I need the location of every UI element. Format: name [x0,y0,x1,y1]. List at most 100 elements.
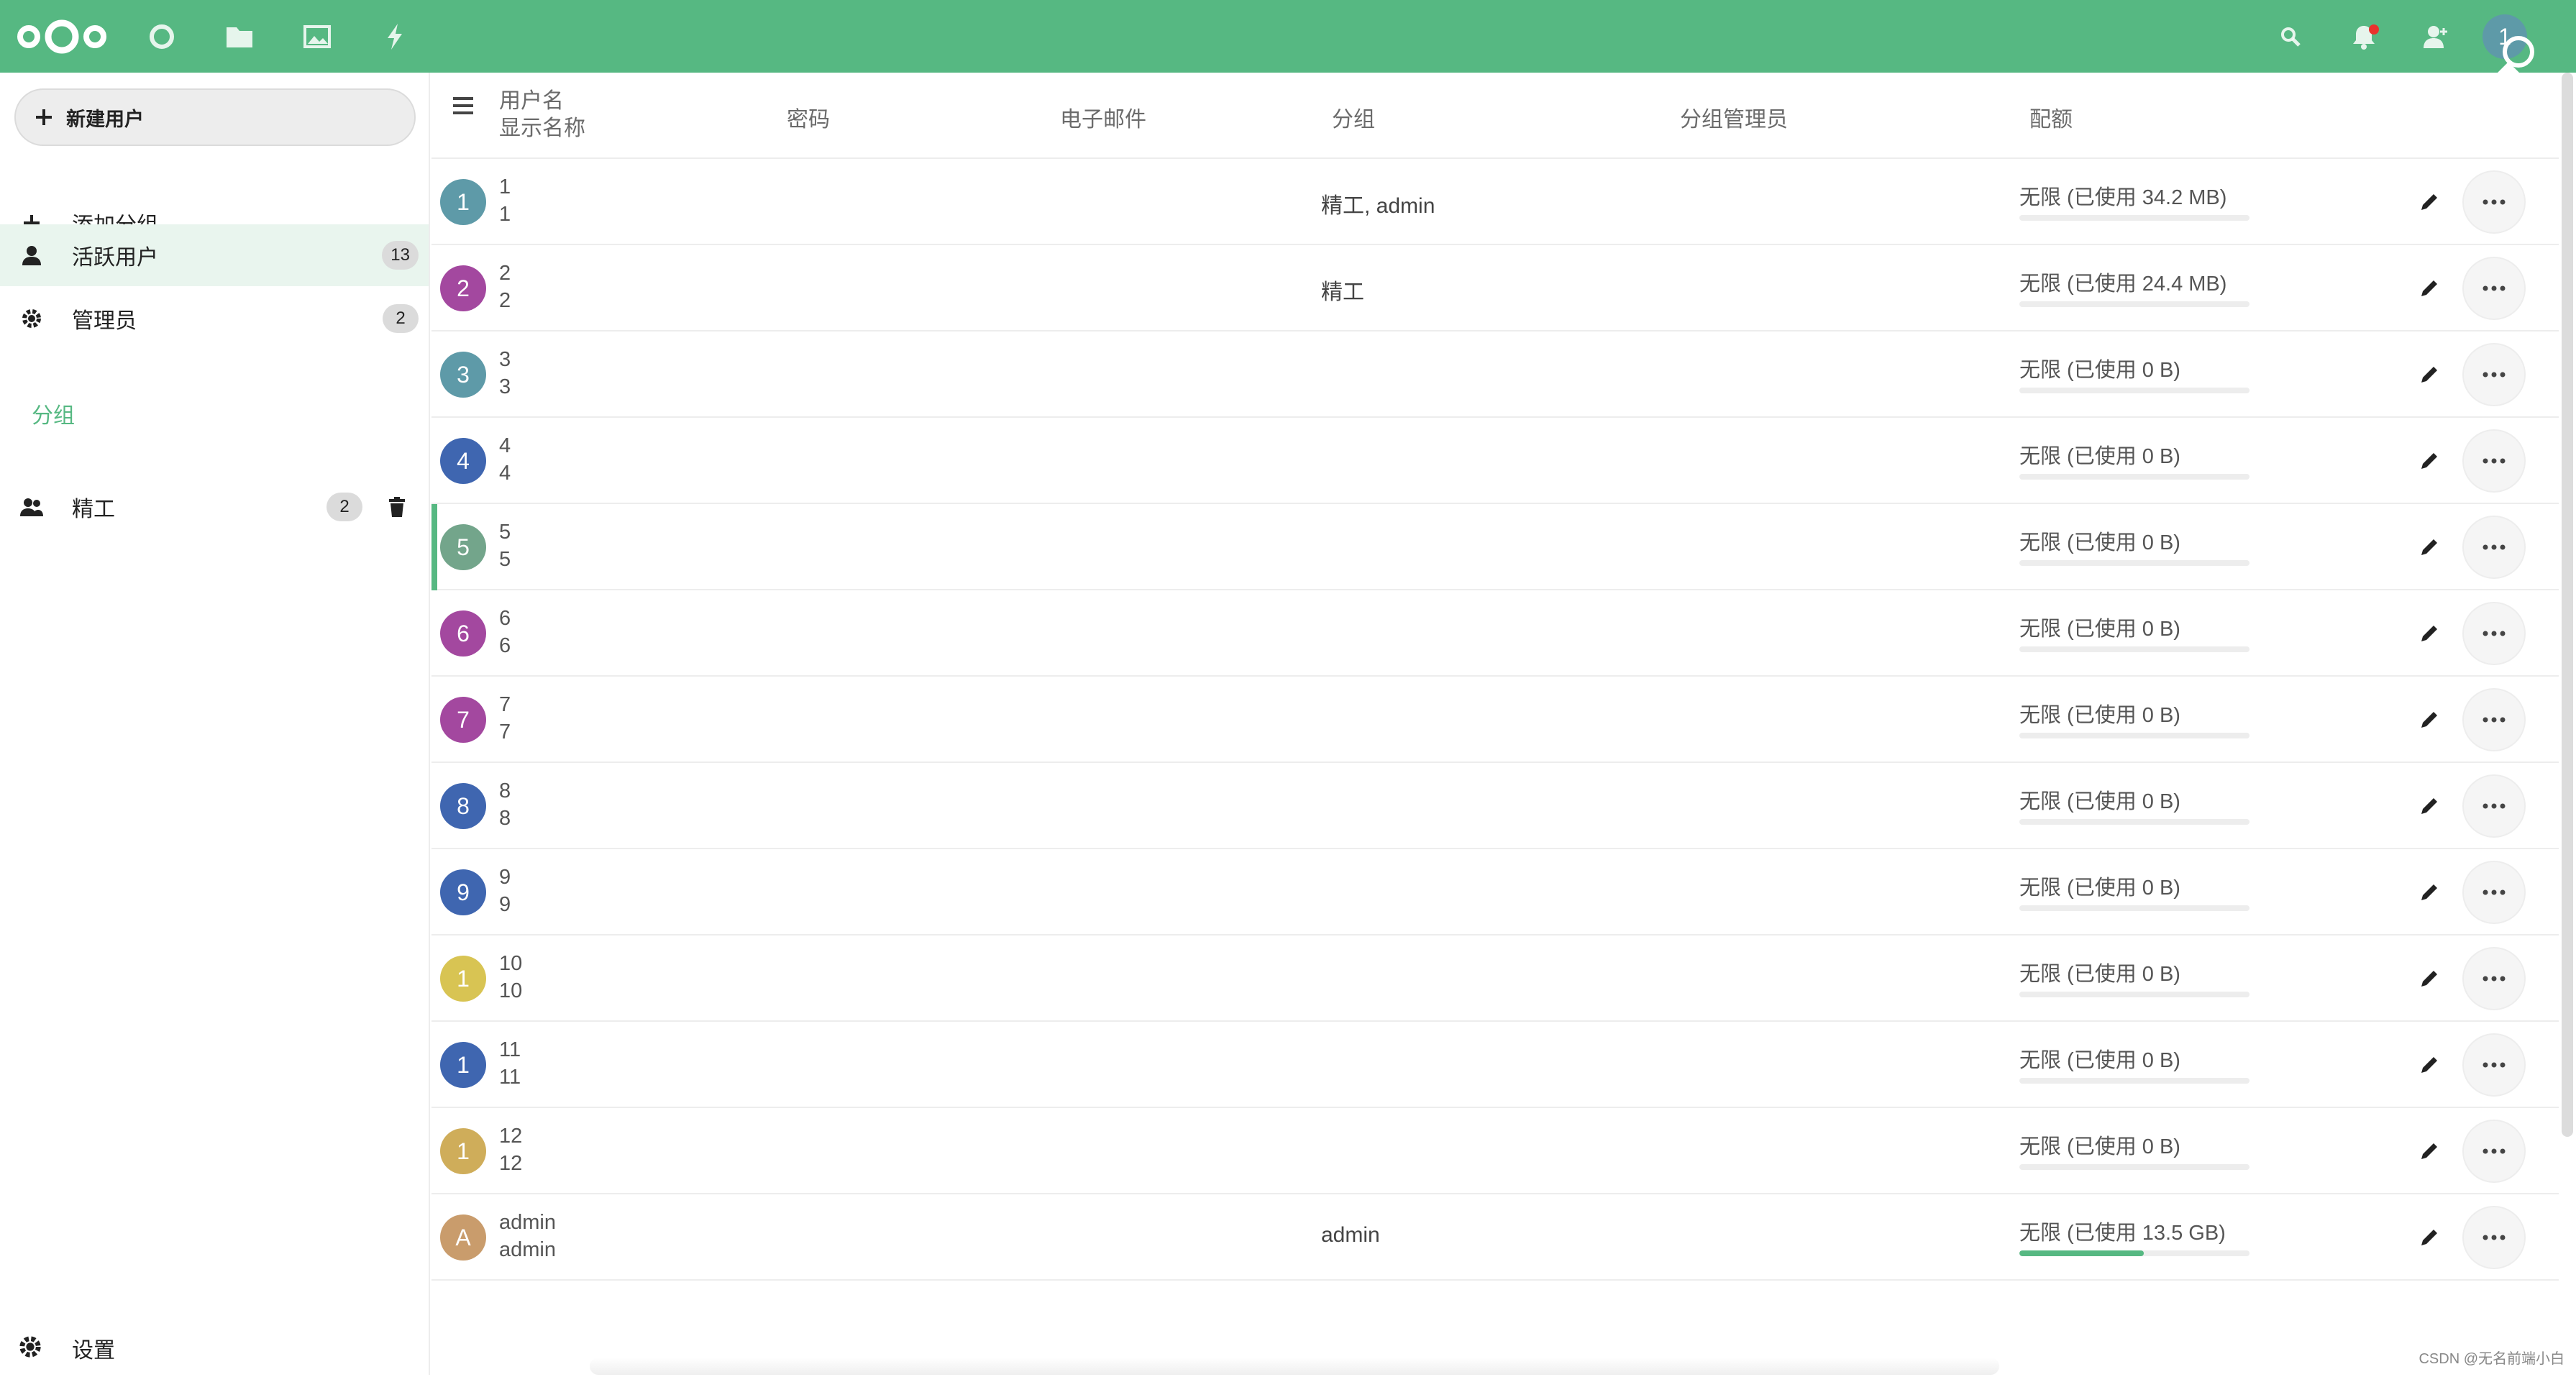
edit-button[interactable] [2416,621,2442,646]
table-row[interactable]: 9 9 9 无限 (已使用 0 B) [431,849,2559,935]
count-badge: 13 [382,241,419,270]
user-name-cell: 2 2 [499,260,511,314]
edit-button[interactable] [2416,793,2442,819]
more-icon [2482,802,2506,810]
col-email: 电子邮件 [1060,101,1146,133]
edit-button[interactable] [2416,189,2442,215]
sidebar-item-active-users[interactable]: 活跃用户 13 [0,224,429,286]
table-row[interactable]: 8 8 8 无限 (已使用 0 B) [431,763,2559,849]
edit-button[interactable] [2416,534,2442,560]
more-actions-button[interactable] [2462,688,2526,751]
avatar: 1 [440,1128,486,1174]
watermark: CSDN @无名前端小白 [2419,1347,2564,1368]
pencil-icon [2419,968,2440,989]
plus-icon [35,108,53,127]
edit-button[interactable] [2416,707,2442,733]
groups-cell: 精工, admin [1321,188,1435,219]
edit-button[interactable] [2416,275,2442,301]
more-actions-button[interactable] [2462,602,2526,665]
more-actions-button[interactable] [2462,516,2526,579]
hamburger-icon[interactable] [450,93,476,119]
table-row[interactable]: 6 6 6 无限 (已使用 0 B) [431,590,2559,677]
table-row[interactable]: 7 7 7 无限 (已使用 0 B) [431,677,2559,763]
more-actions-button[interactable] [2462,774,2526,838]
more-actions-button[interactable] [2462,861,2526,924]
username-header: 用户名 [499,88,585,115]
col-username[interactable]: 用户名 显示名称 [499,88,585,142]
avatar-letter: 5 [457,534,470,561]
edit-button[interactable] [2416,362,2442,388]
activity-icon[interactable] [378,20,411,53]
quota-bar [2019,1164,2250,1170]
nextcloud-logo[interactable] [16,16,108,58]
table-row[interactable]: 1 10 10 无限 (已使用 0 B) [431,935,2559,1022]
contacts-icon[interactable] [2419,20,2452,53]
quota-text: 无限 (已使用 13.5 GB) [2019,1216,2250,1246]
more-actions-button[interactable] [2462,1033,2526,1097]
username: 11 [499,1036,521,1063]
more-actions-button[interactable] [2462,1120,2526,1183]
col-group-admins: 分组管理员 [1680,101,1788,133]
table-row[interactable]: 1 12 12 无限 (已使用 0 B) [431,1108,2559,1194]
quota-cell: 无限 (已使用 0 B) [2019,353,2250,393]
display-name: 5 [499,546,511,573]
more-actions-button[interactable] [2462,1206,2526,1269]
more-actions-button[interactable] [2462,947,2526,1010]
quota-cell: 无限 (已使用 0 B) [2019,784,2250,825]
table-row[interactable]: 1 11 11 无限 (已使用 0 B) [431,1022,2559,1108]
avatar-letter: 6 [457,621,470,647]
more-icon [2482,544,2506,551]
table-row[interactable]: 3 3 3 无限 (已使用 0 B) [431,331,2559,418]
dashboard-icon[interactable] [145,20,178,53]
user-name-cell: 7 7 [499,691,511,746]
settings-button[interactable]: 设置 [0,1319,429,1377]
pencil-icon [2419,1054,2440,1076]
edit-button[interactable] [2416,448,2442,474]
scrollbar[interactable] [2562,73,2573,1137]
user-name-cell: 3 3 [499,346,511,401]
quota-bar [2019,646,2250,652]
table-row[interactable]: 4 4 4 无限 (已使用 0 B) [431,418,2559,504]
table-row[interactable]: 1 1 1 精工, admin 无限 (已使用 34.2 MB) [431,159,2559,245]
new-user-button[interactable]: 新建用户 [14,88,416,146]
photos-icon[interactable] [301,20,334,53]
avatar-letter: 3 [457,362,470,388]
quota-text: 无限 (已使用 24.4 MB) [2019,267,2250,297]
avatar-letter: 7 [457,707,470,733]
edit-button[interactable] [2416,1225,2442,1250]
pencil-icon [2419,450,2440,472]
more-actions-button[interactable] [2462,429,2526,493]
more-icon [2482,285,2506,292]
gear-icon [17,304,46,333]
table-row[interactable]: A admin admin admin 无限 (已使用 13.5 GB) [431,1194,2559,1281]
avatar-letter: 8 [457,793,470,820]
more-actions-button[interactable] [2462,257,2526,320]
user-name-cell: 12 12 [499,1122,522,1177]
avatar: 6 [440,610,486,657]
user-name-cell: 1 1 [499,173,511,228]
table-row[interactable]: 5 5 5 无限 (已使用 0 B) [431,504,2559,590]
edit-button[interactable] [2416,1052,2442,1078]
sidebar-item-group[interactable]: 精工 2 [0,476,429,538]
edit-button[interactable] [2416,1138,2442,1164]
search-icon[interactable] [2274,20,2307,53]
edit-button[interactable] [2416,966,2442,992]
more-actions-button[interactable] [2462,170,2526,234]
sidebar-item-admins[interactable]: 管理员 2 [0,288,429,349]
more-actions-button[interactable] [2462,343,2526,406]
trash-icon[interactable] [384,493,410,521]
table-row[interactable]: 2 2 2 精工 无限 (已使用 24.4 MB) [431,245,2559,331]
edit-button[interactable] [2416,879,2442,905]
username: 4 [499,432,511,459]
files-icon[interactable] [223,20,256,53]
more-icon [2482,457,2506,465]
sidebar-item-label: 活跃用户 [72,239,158,271]
quota-cell: 无限 (已使用 0 B) [2019,1043,2250,1084]
display-name: 3 [499,373,511,401]
quota-cell: 无限 (已使用 0 B) [2019,1130,2250,1170]
quota-cell: 无限 (已使用 24.4 MB) [2019,267,2250,307]
display-name: 11 [499,1063,521,1091]
username: 7 [499,691,511,718]
pencil-icon [2419,364,2440,385]
quota-bar [2019,905,2250,911]
